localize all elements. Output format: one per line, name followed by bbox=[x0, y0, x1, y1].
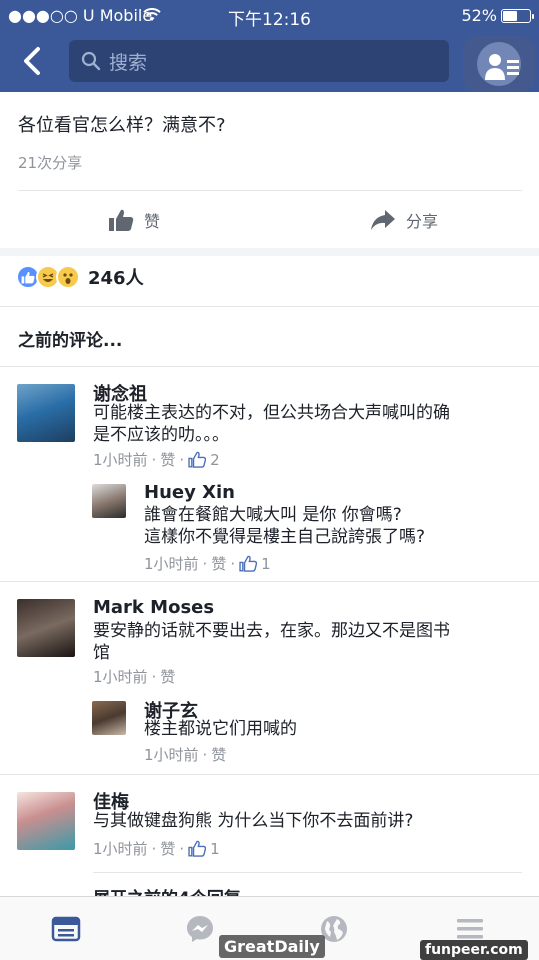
comment-text: 誰會在餐館大喊大叫 是你 你會嗎? 這樣你不覺得是樓主自己說誇張了嗎? bbox=[144, 504, 425, 548]
comment-line: 馆 bbox=[93, 643, 110, 663]
avatar[interactable] bbox=[17, 599, 75, 657]
divider bbox=[0, 306, 539, 307]
divider bbox=[93, 872, 522, 873]
status-bar: ●●●○○ U Mobile 下午12:16 52% bbox=[0, 0, 539, 30]
reaction-count: 246人 bbox=[88, 268, 144, 289]
messenger-icon bbox=[187, 916, 213, 942]
share-count[interactable]: 21次分享 bbox=[18, 152, 82, 173]
friends-button[interactable] bbox=[463, 36, 535, 92]
comment-text: 可能楼主表达的不对，但公共场合大声喊叫的确 是不应该的叻。。。 bbox=[93, 402, 450, 446]
comment-meta: 1小时前 · 赞 · 2 bbox=[93, 449, 220, 470]
comment-like-button[interactable]: 赞 bbox=[160, 838, 175, 859]
commenter-name[interactable]: Huey Xin bbox=[144, 482, 235, 503]
comment-line: 与其做键盘狗熊 为什么当下你不去面前讲? bbox=[93, 811, 414, 831]
comment-text: 要安静的话就不要出去，在家。那边又不是图书 馆 bbox=[93, 620, 450, 664]
comment-line: 是不应该的叻。。。 bbox=[93, 425, 229, 445]
avatar[interactable] bbox=[17, 384, 75, 442]
search-input[interactable]: 搜索 bbox=[69, 40, 449, 82]
thumbs-up-icon bbox=[239, 555, 258, 572]
comment-line: 可能楼主表达的不对，但公共场合大声喊叫的确 bbox=[93, 403, 450, 423]
comment-time: 1小时前 bbox=[144, 746, 199, 764]
friends-list-icon bbox=[485, 54, 519, 80]
section-gap bbox=[0, 248, 539, 256]
comment-time: 1小时前 bbox=[144, 555, 199, 573]
comment-meta: 1小时前 · 赞 · 1 bbox=[144, 553, 271, 574]
comment-like-button[interactable]: 赞 bbox=[160, 449, 175, 470]
commenter-name[interactable]: Mark Moses bbox=[93, 597, 214, 618]
divider bbox=[0, 774, 539, 775]
tab-news-feed[interactable] bbox=[48, 911, 84, 947]
avatar[interactable] bbox=[92, 484, 126, 518]
divider bbox=[18, 190, 522, 191]
thumbs-up-icon bbox=[188, 451, 207, 468]
search-icon bbox=[81, 51, 101, 71]
search-placeholder: 搜索 bbox=[109, 51, 148, 74]
battery-indicator: 52% bbox=[461, 6, 534, 25]
avatar[interactable] bbox=[17, 792, 75, 850]
comment-like-count: 1 bbox=[261, 554, 271, 573]
previous-comments-link[interactable]: 之前的评论... bbox=[18, 326, 122, 351]
comment-meta: 1小时前 · 赞 · 1 bbox=[93, 838, 220, 859]
like-label: 赞 bbox=[144, 212, 161, 231]
comment-time: 1小时前 bbox=[93, 451, 148, 469]
comment-text: 楼主都说它们用喊的 bbox=[144, 718, 297, 740]
comment-like-button[interactable]: 赞 bbox=[211, 553, 226, 574]
wow-reaction-icon bbox=[56, 265, 80, 289]
divider bbox=[0, 366, 539, 367]
comment-text: 与其做键盘狗熊 为什么当下你不去面前讲? bbox=[93, 810, 413, 832]
watermark-greatdaily: GreatDaily bbox=[219, 935, 325, 958]
divider bbox=[0, 581, 539, 582]
comment-line: 楼主都说它们用喊的 bbox=[144, 719, 297, 739]
comment-line: 要安静的话就不要出去，在家。那边又不是图书 bbox=[93, 621, 450, 641]
share-button[interactable]: 分享 bbox=[370, 204, 438, 236]
comment-like-button[interactable]: 赞 bbox=[160, 666, 175, 687]
like-button[interactable]: 赞 bbox=[108, 204, 160, 236]
news-feed-icon bbox=[51, 916, 81, 942]
thumbs-up-icon bbox=[109, 209, 134, 231]
comment-meta: 1小时前 · 赞 bbox=[93, 666, 176, 687]
comment-meta: 1小时前 · 赞 bbox=[144, 744, 227, 765]
battery-icon bbox=[501, 8, 534, 23]
battery-fill bbox=[503, 10, 517, 21]
nav-bar: 搜索 bbox=[0, 30, 539, 92]
watermark-funpeer: funpeer.com bbox=[420, 940, 528, 960]
back-arrow-icon[interactable] bbox=[18, 44, 48, 78]
comment-like-button[interactable]: 赞 bbox=[211, 744, 226, 765]
comment-time: 1小时前 bbox=[93, 668, 148, 686]
thumbs-up-icon bbox=[188, 840, 207, 857]
post-text: 各位看官怎么样？满意不? bbox=[18, 115, 226, 136]
reactions-summary[interactable]: 246人 bbox=[16, 264, 144, 290]
comment-like-count: 2 bbox=[210, 450, 220, 469]
share-arrow-icon bbox=[371, 210, 395, 230]
comment-time: 1小时前 bbox=[93, 840, 148, 858]
comment-line: 這樣你不覺得是樓主自己說誇張了嗎? bbox=[144, 527, 426, 547]
tab-messenger[interactable] bbox=[182, 911, 218, 947]
avatar[interactable] bbox=[92, 701, 126, 735]
clock: 下午12:16 bbox=[228, 10, 311, 30]
battery-percent: 52% bbox=[461, 6, 497, 25]
comment-line: 誰會在餐館大喊大叫 是你 你會嗎? bbox=[144, 505, 402, 525]
comment-like-count: 1 bbox=[210, 839, 220, 858]
share-label: 分享 bbox=[406, 212, 439, 231]
